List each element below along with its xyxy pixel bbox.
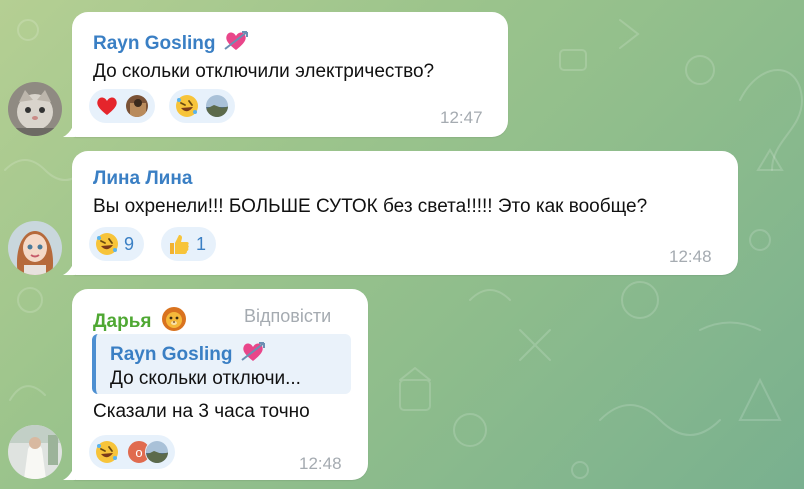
- message-text: До скольки отключили электричество?: [93, 61, 435, 82]
- girl-avatar: [8, 221, 62, 275]
- cat-photo-avatar: [8, 82, 62, 136]
- reaction-rofl[interactable]: [169, 89, 235, 123]
- message-time: 12:48: [669, 247, 712, 266]
- wedding-photo-avatar: [8, 425, 62, 479]
- avatar-darya[interactable]: [8, 425, 62, 479]
- message-author[interactable]: Дарья: [93, 311, 151, 332]
- heart-with-arrow-icon: [240, 340, 266, 370]
- reaction-count: 1: [196, 233, 207, 254]
- thumbs-up-icon: [167, 232, 191, 256]
- message-author[interactable]: Лина Лина: [93, 168, 192, 190]
- message-bubble[interactable]: Лина Лина Вы охренели!!! БОЛЬШЕ СУТОК бе…: [63, 151, 738, 275]
- rofl-icon: [95, 440, 119, 464]
- reaction-count: 9: [124, 233, 135, 254]
- bubble-tail: [63, 259, 75, 275]
- message-author[interactable]: Rayn Gosling: [93, 33, 215, 54]
- bubble-tail: [63, 464, 75, 480]
- reply-button[interactable]: Відповісти: [244, 306, 331, 327]
- reaction-rofl[interactable]: о: [89, 435, 175, 469]
- red-heart-icon: [95, 94, 119, 118]
- rofl-icon: [95, 232, 119, 256]
- bubble-tail: [63, 121, 75, 137]
- rofl-icon: [175, 94, 199, 118]
- message-bubble[interactable]: Rayn Gosling До скольки отключили электр…: [63, 12, 508, 137]
- message-bubble[interactable]: Дарья Відповісти Rayn Gosling До скольки…: [63, 289, 368, 480]
- message-time: 12:47: [440, 108, 483, 127]
- avatar-rayn-gosling[interactable]: [8, 82, 62, 136]
- reactor-avatar: [145, 440, 169, 464]
- heart-with-arrow-icon: [223, 29, 249, 59]
- reaction-red-heart[interactable]: [89, 89, 155, 123]
- quote-author: Rayn Gosling: [110, 344, 233, 365]
- message-text: Вы охренели!!! БОЛЬШЕ СУТОК без света!!!…: [93, 196, 648, 217]
- message-text: Сказали на 3 часа точно: [93, 401, 310, 422]
- quote-text: До скольки отключи...: [110, 368, 301, 389]
- reactor-avatar: [205, 94, 229, 118]
- reactor-avatar: [125, 94, 149, 118]
- reply-quote[interactable]: Rayn Gosling До скольки отключи...: [92, 334, 351, 394]
- reaction-thumbs-up[interactable]: 1: [161, 227, 217, 261]
- message-time: 12:48: [299, 454, 342, 473]
- reaction-rofl[interactable]: 9: [89, 227, 145, 261]
- avatar-lina-lina[interactable]: [8, 221, 62, 275]
